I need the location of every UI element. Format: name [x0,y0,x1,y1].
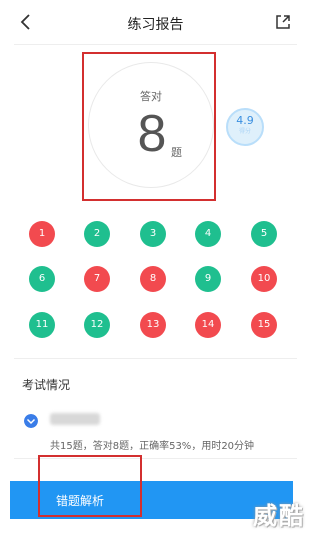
question-5-button[interactable]: 5 [251,221,277,247]
section-divider [14,358,297,359]
exam-section-title: 考试情况 [22,378,71,392]
question-1-button[interactable]: 1 [29,221,55,247]
check-icon [24,414,38,428]
question-9-button[interactable]: 9 [195,266,221,292]
question-14-button[interactable]: 14 [195,312,221,338]
question-3-button[interactable]: 3 [140,221,166,247]
question-2-button[interactable]: 2 [84,221,110,247]
blurred-username [50,413,100,425]
question-12-button[interactable]: 12 [84,312,110,338]
question-6-button[interactable]: 6 [29,266,55,292]
button-highlight-box [38,455,142,517]
question-11-button[interactable]: 11 [29,312,55,338]
question-15-button[interactable]: 15 [251,312,277,338]
question-10-button[interactable]: 10 [251,266,277,292]
watermark-logo: 威酷 [253,501,305,530]
question-13-button[interactable]: 13 [140,312,166,338]
question-8-button[interactable]: 8 [140,266,166,292]
question-grid: 1 2 3 4 5 6 7 8 9 10 11 12 13 14 15 [0,0,311,340]
exam-summary: 共15题，答对8题，正确率53%，用时20分钟 [50,441,255,452]
question-4-button[interactable]: 4 [195,221,221,247]
question-7-button[interactable]: 7 [84,266,110,292]
